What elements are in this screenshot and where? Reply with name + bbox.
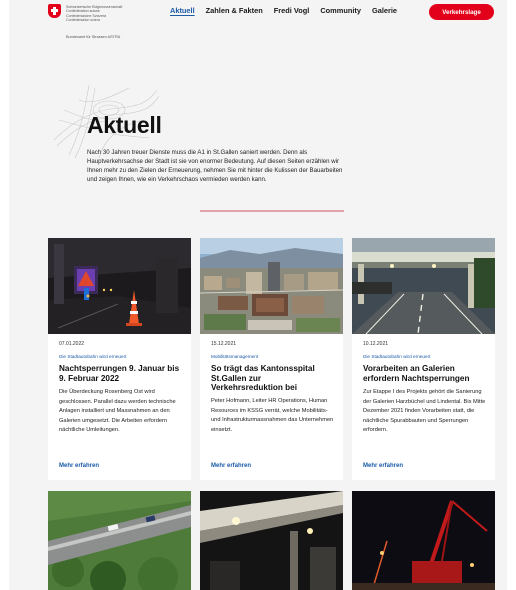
card-image-highway-gallery[interactable] [352,238,495,334]
site-header: Schweizerische Eidgenossenschaft Confédé… [9,0,507,48]
news-card[interactable]: 15.12.2021 Mobilitätsmanagement So trägt… [200,238,343,480]
card-excerpt: Zur Etappe I des Projekts gehört die San… [363,389,486,434]
card-excerpt: Peter Hofmann, Leiter HR Operations, Hum… [211,398,334,433]
card-category[interactable]: Mobilitätsmanagement [211,354,258,359]
intro-text: Nach 30 Jahren treuer Dienste muss die A… [87,149,343,183]
news-card[interactable]: 10.12.2021 Die Stadtautobahn wird erneue… [352,238,495,480]
card-excerpt: Die Überdeckung Rosenberg Ost wird gesch… [59,389,176,434]
logo-office: Bundesamt für Strassen ASTRA [66,35,121,39]
logo-wordmark: Schweizerische Eidgenossenschaft Confédé… [66,5,123,23]
card-image-night-tunnel[interactable] [48,238,191,334]
card-category[interactable]: Die Stadtautobahn wird erneuert [59,354,127,359]
card-title[interactable]: So trägt das Kantonsspital St.Gallen zur… [211,364,335,393]
card-image-crane-night[interactable] [352,491,495,590]
card-image-aerial-highway[interactable] [48,491,191,590]
card-date: 10.12.2021 [363,341,389,347]
main-nav: Aktuell Zahlen & Fakten Fredi Vogl Commu… [170,6,397,15]
card-image-bridge-night[interactable] [200,491,343,590]
page: Schweizerische Eidgenossenschaft Confédé… [9,0,507,590]
verkehrslage-button[interactable]: Verkehrslage [429,4,494,20]
card-date: 15.12.2021 [211,341,237,347]
nav-item-galerie[interactable]: Galerie [372,6,397,15]
swiss-flag-icon [48,4,61,18]
card-image-hospital-aerial[interactable] [200,238,343,334]
read-more-link[interactable]: Mehr erfahren [211,463,251,469]
read-more-link[interactable]: Mehr erfahren [363,463,403,469]
confederation-logo[interactable]: Schweizerische Eidgenossenschaft Confédé… [48,4,168,42]
card-date: 07.01.2022 [59,341,85,347]
nav-item-fredi-vogl[interactable]: Fredi Vogl [274,6,310,15]
read-more-link[interactable]: Mehr erfahren [59,463,99,469]
card-title[interactable]: Vorarbeiten an Galerien erfordern Nachts… [363,364,487,383]
section-divider [200,210,344,212]
news-cards-row-2 [48,491,495,590]
card-title[interactable]: Nachtsperrungen 9. Januar bis 9. Februar… [59,364,183,383]
news-card[interactable]: 07.01.2022 Die Stadtautobahn wird erneue… [48,238,191,480]
card-category[interactable]: Die Stadtautobahn wird erneuert [363,354,431,359]
nav-item-aktuell[interactable]: Aktuell [170,6,195,15]
nav-item-community[interactable]: Community [320,6,361,15]
page-title: Aktuell [87,112,162,138]
nav-item-zahlen-fakten[interactable]: Zahlen & Fakten [206,6,263,15]
